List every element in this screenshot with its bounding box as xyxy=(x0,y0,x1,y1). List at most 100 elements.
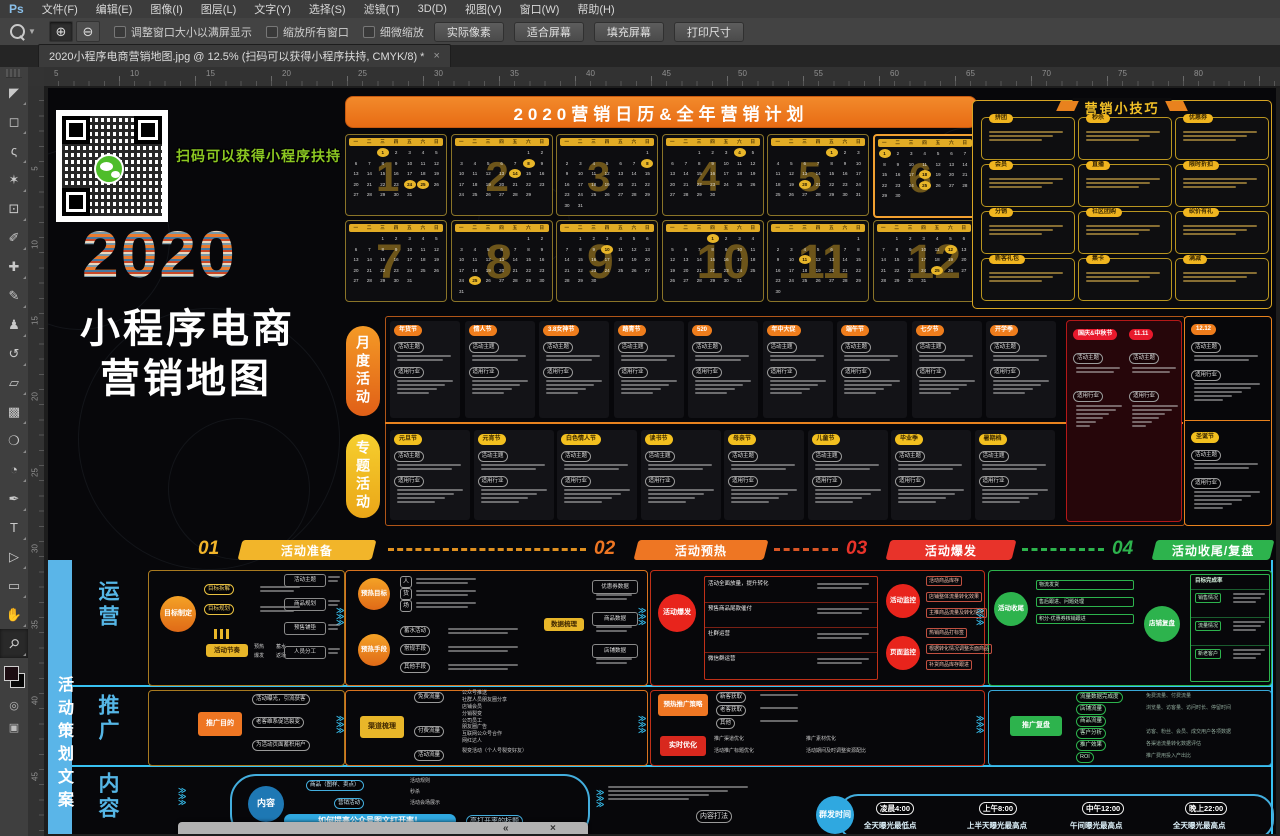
op-data-node: 数据梳理 xyxy=(544,618,584,631)
eyedropper-tool[interactable]: ✐ xyxy=(0,223,28,252)
text-line xyxy=(416,594,468,596)
type-tool[interactable]: T xyxy=(0,513,28,542)
path-select-tool[interactable]: ▷ xyxy=(0,542,28,571)
text-line xyxy=(1194,503,1232,505)
menu-item-2[interactable]: 图像(I) xyxy=(141,1,191,17)
content-item: 活动规则 xyxy=(410,778,430,785)
collapse-icon[interactable]: « xyxy=(503,823,509,834)
text-line xyxy=(695,392,727,394)
menu-item-8[interactable]: 视图(V) xyxy=(456,1,511,17)
menu-item-3[interactable]: 图层(L) xyxy=(192,1,245,17)
text-line xyxy=(621,384,669,386)
menu-item-6[interactable]: 滤镜(T) xyxy=(355,1,409,17)
emphasis-mark xyxy=(226,629,229,639)
text-line xyxy=(1233,621,1265,623)
menu-item-10[interactable]: 帮助(H) xyxy=(568,1,623,17)
calendar-date: 17 xyxy=(852,169,864,178)
menu-item-7[interactable]: 3D(D) xyxy=(409,3,456,15)
calendar-date: 16 xyxy=(707,169,719,178)
op-phc-label: 货 xyxy=(400,588,412,600)
option-check-2[interactable]: 细微缩放 xyxy=(363,24,424,40)
calendar-date: 23 xyxy=(536,266,548,275)
panel-grip[interactable] xyxy=(6,69,22,78)
calendar-date: 15 xyxy=(523,255,535,264)
text-line xyxy=(993,359,1039,361)
crop-tool[interactable]: ⊡ xyxy=(0,194,28,223)
document-tab[interactable]: 2020小程序电商营销地图.jpg @ 12.5% (扫码可以获得小程序扶持, … xyxy=(38,44,451,67)
option-button-2[interactable]: 填充屏幕 xyxy=(594,22,664,42)
text-line xyxy=(817,587,862,589)
zoom-out-mode-button[interactable]: ⊖ xyxy=(76,21,100,42)
op-step: 预热 xyxy=(254,644,264,651)
zoom-tool-preset[interactable]: ▼ xyxy=(10,24,36,39)
calendar-date: 15 xyxy=(641,169,653,178)
ruler-mark: 80 xyxy=(1194,69,1203,78)
calendar-date: 3 xyxy=(720,148,732,157)
calendar-date: 29 xyxy=(852,276,864,285)
calendar-date: 19 xyxy=(747,169,759,178)
option-check-1[interactable]: 缩放所有窗口 xyxy=(266,24,349,40)
foreground-color-swatch[interactable] xyxy=(4,666,19,681)
move-tool[interactable]: ◤ xyxy=(0,78,28,107)
calendar-date: 12 xyxy=(812,255,824,264)
eraser-tool[interactable]: ▱ xyxy=(0,368,28,397)
zoom-in-mode-button[interactable]: ⊕ xyxy=(49,21,73,42)
hand-tool[interactable]: ✋ xyxy=(0,600,28,629)
industry-label: 适用行业 xyxy=(478,476,508,487)
calendar-date: 13 xyxy=(946,160,958,169)
blur-tool[interactable]: ❍ xyxy=(0,426,28,455)
gradient-tool[interactable]: ▩ xyxy=(0,397,28,426)
pr-channel-item: 公众号推送 xyxy=(462,690,487,697)
op-plan-box: 商品规划 xyxy=(284,598,326,611)
history-brush-tool[interactable]: ↺ xyxy=(0,339,28,368)
text-line xyxy=(621,388,661,390)
calendar-date: 23 xyxy=(561,190,573,199)
option-button-0[interactable]: 实际像素 xyxy=(434,22,504,42)
quick-mask-button[interactable]: ◎ xyxy=(0,694,28,716)
checkbox-icon[interactable] xyxy=(266,26,278,38)
tab-close-icon[interactable]: × xyxy=(433,50,439,62)
clone-stamp-tool[interactable]: ♟ xyxy=(0,310,28,339)
tip-label: 社区团购 xyxy=(1086,208,1122,217)
screen-mode-button[interactable]: ▣ xyxy=(0,716,28,738)
lasso-tool[interactable]: ς xyxy=(0,136,28,165)
menu-item-9[interactable]: 窗口(W) xyxy=(511,1,569,17)
pr-channel-item: 裂变活动（个人号裂变好友） xyxy=(462,748,527,755)
menu-item-5[interactable]: 选择(S) xyxy=(300,1,355,17)
checkbox-icon[interactable] xyxy=(363,26,375,38)
calendar-date: 15 xyxy=(852,255,864,264)
close-icon[interactable]: × xyxy=(550,823,556,834)
magic-wand-tool[interactable]: ✶ xyxy=(0,165,28,194)
calendar-date: 12 xyxy=(482,255,494,264)
phase-banner-01: 活动准备 xyxy=(238,540,377,560)
calendar-date: 15 xyxy=(523,169,535,178)
review-row-label: 销售情况 xyxy=(1195,593,1221,603)
shape-tool[interactable]: ▭ xyxy=(0,571,28,600)
menu-item-0[interactable]: 文件(F) xyxy=(33,1,87,17)
menu-item-1[interactable]: 编辑(E) xyxy=(87,1,142,17)
calendar-date: 14 xyxy=(839,255,851,264)
zoom-tool[interactable]: ⚲ xyxy=(0,629,28,658)
option-check-0[interactable]: 调整窗口大小以满屏显示 xyxy=(114,24,252,40)
calendar-date: 30 xyxy=(707,190,719,199)
marquee-tool[interactable]: ◻ xyxy=(0,107,28,136)
text-line xyxy=(472,355,526,357)
pen-tool[interactable]: ✒ xyxy=(0,484,28,513)
phase-title: 活动爆发 xyxy=(925,542,977,559)
op-burst-table: 活动全面放量，提升转化预售商品尾款催付社群运营微信群运营 xyxy=(704,576,878,680)
row-line xyxy=(705,602,877,603)
pr-purpose-pill: 为活动页面蓄积用户 xyxy=(252,740,310,751)
option-button-1[interactable]: 适合屏幕 xyxy=(514,22,584,42)
dodge-tool[interactable]: ◔ xyxy=(0,455,28,484)
calendar-date: 14 xyxy=(959,160,971,169)
option-button-3[interactable]: 打印尺寸 xyxy=(674,22,744,42)
tip-label: 秒杀 xyxy=(1086,114,1110,123)
event-title: 读书节 xyxy=(645,434,673,445)
calendar-date: 21 xyxy=(363,180,375,189)
brush-tool[interactable]: ✎ xyxy=(0,281,28,310)
text-line xyxy=(695,359,741,361)
checkbox-icon[interactable] xyxy=(114,26,126,38)
healing-brush-tool[interactable]: ✚ xyxy=(0,252,28,281)
document-canvas[interactable]: 扫码可以获得小程序扶持2020小程序电商营销地图2020营销日历&全年营销计划一… xyxy=(44,86,1280,836)
menu-item-4[interactable]: 文字(Y) xyxy=(245,1,300,17)
